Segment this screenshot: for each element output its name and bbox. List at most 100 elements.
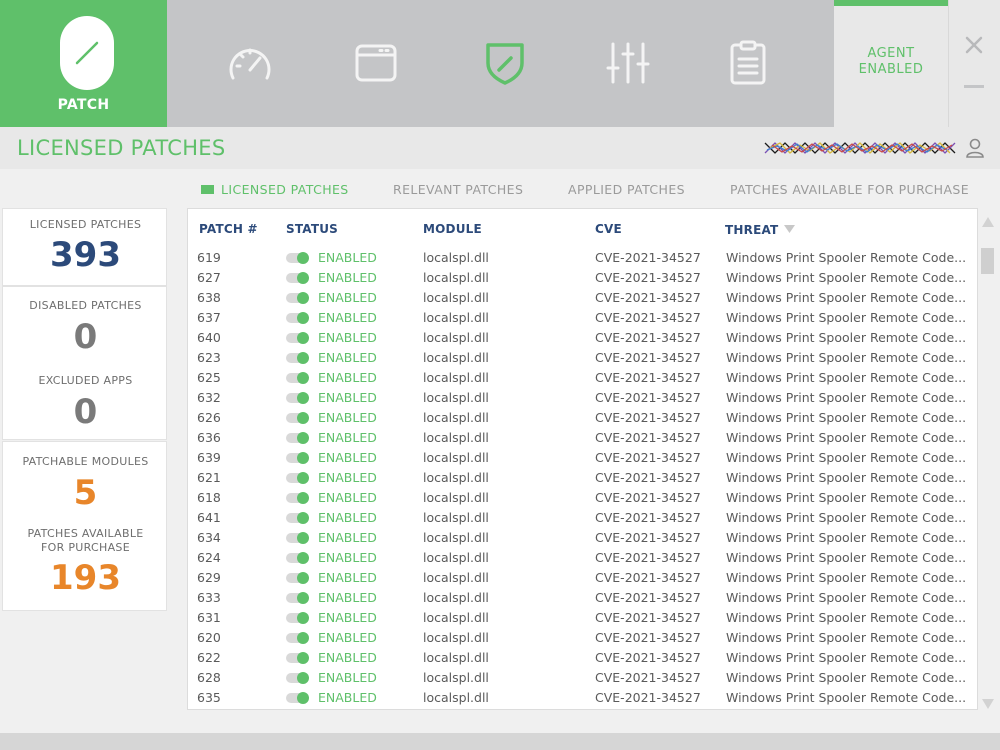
agent-status-panel[interactable]: AGENT ENABLED <box>834 0 948 127</box>
threat-cell: Windows Print Spooler Remote Code... <box>726 510 967 525</box>
status-cell: ENABLED <box>318 330 377 345</box>
patch-logo-tile[interactable]: PATCH <box>0 0 167 127</box>
status-toggle[interactable] <box>286 332 309 344</box>
status-toggle[interactable] <box>286 512 309 524</box>
table-row[interactable]: 631 ENABLED localspl.dll CVE-2021-34527 Wind… <box>188 608 977 628</box>
table-row[interactable]: 628 ENABLED localspl.dll CVE-2021-34527 Wind… <box>188 668 977 688</box>
table-row[interactable]: 626 ENABLED localspl.dll CVE-2021-34527 Wind… <box>188 408 977 428</box>
close-icon[interactable] <box>963 34 985 56</box>
cve-cell: CVE-2021-34527 <box>595 390 701 405</box>
table-row[interactable]: 618 ENABLED localspl.dll CVE-2021-34527 Wind… <box>188 488 977 508</box>
table-row[interactable]: 639 ENABLED localspl.dll CVE-2021-34527 Wind… <box>188 448 977 468</box>
cve-cell: CVE-2021-34527 <box>595 690 701 705</box>
column-header-threat[interactable]: THREAT <box>725 222 796 237</box>
status-cell: ENABLED <box>318 410 377 425</box>
table-row[interactable]: 637 ENABLED localspl.dll CVE-2021-34527 Wind… <box>188 308 977 328</box>
status-cell: ENABLED <box>318 250 377 265</box>
status-toggle[interactable] <box>286 252 309 264</box>
table-row[interactable]: 629 ENABLED localspl.dll CVE-2021-34527 Wind… <box>188 568 977 588</box>
patch-logo-icon <box>60 16 114 90</box>
scrollbar-thumb[interactable] <box>981 248 994 274</box>
table-row[interactable]: 640 ENABLED localspl.dll CVE-2021-34527 Wind… <box>188 328 977 348</box>
status-cell: ENABLED <box>318 570 377 585</box>
status-toggle[interactable] <box>286 692 309 704</box>
table-row[interactable]: 619 ENABLED localspl.dll CVE-2021-34527 Wind… <box>188 248 977 268</box>
column-header-patch[interactable]: PATCH # <box>199 222 258 236</box>
cve-cell: CVE-2021-34527 <box>595 370 701 385</box>
cve-cell: CVE-2021-34527 <box>595 270 701 285</box>
table-row[interactable]: 635 ENABLED localspl.dll CVE-2021-34527 Wind… <box>188 688 977 708</box>
cve-cell: CVE-2021-34527 <box>595 590 701 605</box>
tab-relevant-patches[interactable]: RELEVANT PATCHES <box>393 182 523 197</box>
table-row[interactable]: 624 ENABLED localspl.dll CVE-2021-34527 Wind… <box>188 548 977 568</box>
tab-applied-patches[interactable]: APPLIED PATCHES <box>568 182 685 197</box>
minimize-icon[interactable] <box>964 85 984 88</box>
column-header-cve[interactable]: CVE <box>595 222 622 236</box>
module-cell: localspl.dll <box>423 670 489 685</box>
table-row[interactable]: 633 ENABLED localspl.dll CVE-2021-34527 Wind… <box>188 588 977 608</box>
sliders-icon[interactable] <box>603 38 653 88</box>
status-toggle[interactable] <box>286 572 309 584</box>
sort-down-icon[interactable] <box>784 222 796 236</box>
tab-patches-for-purchase[interactable]: PATCHES AVAILABLE FOR PURCHASE <box>730 182 969 197</box>
cve-cell: CVE-2021-34527 <box>595 530 701 545</box>
cve-cell: CVE-2021-34527 <box>595 350 701 365</box>
table-row[interactable]: 634 ENABLED localspl.dll CVE-2021-34527 Wind… <box>188 528 977 548</box>
table-row[interactable]: 620 ENABLED localspl.dll CVE-2021-34527 Wind… <box>188 628 977 648</box>
table-row[interactable]: 641 ENABLED localspl.dll CVE-2021-34527 Wind… <box>188 508 977 528</box>
threat-cell: Windows Print Spooler Remote Code... <box>726 430 967 445</box>
scroll-down-icon[interactable] <box>982 694 994 709</box>
table-row[interactable]: 621 ENABLED localspl.dll CVE-2021-34527 Wind… <box>188 468 977 488</box>
toggle-knob <box>297 592 309 604</box>
status-toggle[interactable] <box>286 412 309 424</box>
status-toggle[interactable] <box>286 612 309 624</box>
threat-cell: Windows Print Spooler Remote Code... <box>726 550 967 565</box>
status-toggle[interactable] <box>286 592 309 604</box>
table-row[interactable]: 638 ENABLED localspl.dll CVE-2021-34527 Wind… <box>188 288 977 308</box>
status-toggle[interactable] <box>286 352 309 364</box>
table-row[interactable]: 627 ENABLED localspl.dll CVE-2021-34527 Wind… <box>188 268 977 288</box>
status-cell: ENABLED <box>318 430 377 445</box>
tab-licensed-patches[interactable]: LICENSED PATCHES <box>201 182 349 197</box>
status-toggle[interactable] <box>286 672 309 684</box>
page-header: LICENSED PATCHES <box>0 127 1000 169</box>
column-header-module[interactable]: MODULE <box>423 222 482 236</box>
status-cell: ENABLED <box>318 310 377 325</box>
user-icon[interactable] <box>964 137 986 159</box>
status-cell: ENABLED <box>318 290 377 305</box>
status-toggle[interactable] <box>286 312 309 324</box>
status-toggle[interactable] <box>286 652 309 664</box>
status-toggle[interactable] <box>286 452 309 464</box>
table-row[interactable]: 636 ENABLED localspl.dll CVE-2021-34527 Wind… <box>188 428 977 448</box>
toggle-knob <box>297 352 309 364</box>
threat-cell: Windows Print Spooler Remote Code... <box>726 370 967 385</box>
status-toggle[interactable] <box>286 392 309 404</box>
browser-window-icon[interactable] <box>351 38 401 88</box>
status-toggle[interactable] <box>286 492 309 504</box>
scroll-up-icon[interactable] <box>982 212 994 227</box>
table-scrollbar[interactable] <box>979 208 997 710</box>
shield-check-icon[interactable] <box>480 38 530 88</box>
threat-cell: Windows Print Spooler Remote Code... <box>726 350 967 365</box>
column-header-status[interactable]: STATUS <box>286 222 338 236</box>
status-toggle[interactable] <box>286 292 309 304</box>
status-cell: ENABLED <box>318 650 377 665</box>
clipboard-icon[interactable] <box>723 38 773 88</box>
status-toggle[interactable] <box>286 632 309 644</box>
status-toggle[interactable] <box>286 272 309 284</box>
cve-cell: CVE-2021-34527 <box>595 510 701 525</box>
status-cell: ENABLED <box>318 610 377 625</box>
cve-cell: CVE-2021-34527 <box>595 290 701 305</box>
table-row[interactable]: 632 ENABLED localspl.dll CVE-2021-34527 Wind… <box>188 388 977 408</box>
table-row[interactable]: 625 ENABLED localspl.dll CVE-2021-34527 Wind… <box>188 368 977 388</box>
status-toggle[interactable] <box>286 372 309 384</box>
status-toggle[interactable] <box>286 432 309 444</box>
status-toggle[interactable] <box>286 472 309 484</box>
table-row[interactable]: 622 ENABLED localspl.dll CVE-2021-34527 Wind… <box>188 648 977 668</box>
cve-cell: CVE-2021-34527 <box>595 330 701 345</box>
table-row[interactable]: 623 ENABLED localspl.dll CVE-2021-34527 Wind… <box>188 348 977 368</box>
speedometer-icon[interactable] <box>225 38 275 88</box>
patch-number-cell: 631 <box>197 610 221 625</box>
status-toggle[interactable] <box>286 532 309 544</box>
status-toggle[interactable] <box>286 552 309 564</box>
